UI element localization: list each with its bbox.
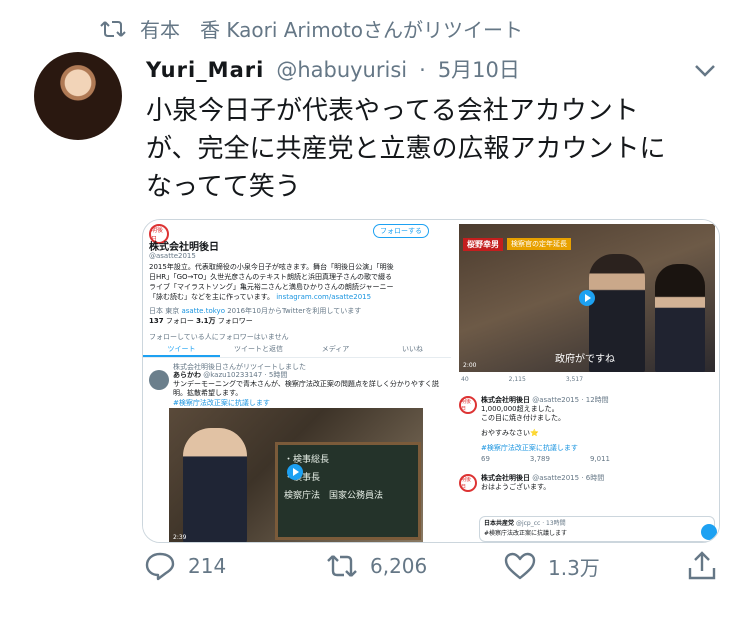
post-stats: 69 3,789 9,011: [481, 455, 719, 464]
tab-media: メディア: [321, 345, 350, 353]
reply-icon: [145, 552, 175, 581]
rt-hashtag: #検察庁法改正案に抗議します: [173, 399, 270, 407]
tweet-date[interactable]: 5月10日: [438, 54, 520, 84]
video-thumbnail-left: ・検事総長 ・検事長 検察庁法 国家公務員法 2:39: [169, 408, 423, 542]
news-banner-name: 桜野幸男: [463, 238, 503, 251]
follow-button: フォローする: [373, 224, 429, 238]
tweet-text: 小泉今日子が代表やってる会社アカウント が、完全に共産党と立憲の広報アカウントに…: [146, 96, 666, 202]
retweet-icon: [100, 20, 126, 37]
company-bio: 2015年設立。代表取締役の小泉今日子が呟きます。舞台「明後日公演」「明後日HR…: [149, 262, 397, 302]
company-handle: @asatte2015: [149, 252, 196, 260]
site-link: asatte.tokyo: [181, 307, 225, 315]
rt-user-handle: @kazu10233147 · 5時間: [203, 371, 288, 379]
stat-likes: 3,517: [565, 376, 584, 383]
chevron-down-icon[interactable]: [694, 64, 716, 78]
video-thumbnail-right: 桜野幸男 検察官の定年延長 政府がですね 2:00: [459, 224, 715, 372]
quote-text: #検察庁法改正案に抗議します: [484, 530, 568, 537]
stat-replies: 40: [461, 376, 469, 383]
share-button[interactable]: [686, 551, 718, 581]
stat-replies: 69: [481, 455, 490, 463]
quoted-post: 日本共産党 @jcp_cc · 13時間 #検察庁法改正案に抗議します: [479, 516, 715, 542]
reply-button[interactable]: 214: [144, 551, 226, 581]
tab-tweets: ツイート: [143, 342, 220, 357]
company-name: 株式会社明後日: [149, 242, 219, 253]
follow-counts: 137 フォロー 3.1万 フォロワー: [149, 316, 253, 326]
tweet-header: Yuri_Mari @habuyurisi · 5月10日: [146, 54, 520, 84]
retweet-icon: [327, 555, 357, 577]
seated-figure: [655, 264, 705, 372]
post-author: 株式会社明後日: [481, 396, 530, 404]
news-banner-topic: 検察官の定年延長: [507, 238, 571, 250]
post-line: おはようございます。: [481, 483, 551, 491]
following-count: 137: [149, 317, 164, 325]
stat-likes: 9,011: [589, 455, 611, 463]
no-common-followers: フォローしている人にフォロワーはいません: [149, 333, 289, 341]
location-text: 日本 東京: [149, 307, 180, 315]
tab-replies: ツイートと返信: [234, 345, 283, 353]
post-handle: @asatte2015 · 6時間: [532, 474, 605, 482]
user-handle[interactable]: @habuyurisi: [276, 58, 407, 82]
play-icon: [287, 464, 303, 480]
rt-user-name: あらかわ: [173, 371, 201, 379]
followers-count: 3.1万: [196, 317, 216, 325]
retweeted-by-text[interactable]: 有本 香 Kaori Arimotoさんがリツイート: [140, 14, 523, 43]
followers-label: フォロワー: [217, 317, 253, 325]
board-line: ・検事長: [284, 473, 321, 483]
profile-tabs: ツイート ツイートと返信 メディア いいね: [143, 342, 451, 358]
retweet-count: 6,206: [370, 554, 428, 578]
bio-link: instagram.com/asatte2015: [276, 293, 372, 301]
like-button[interactable]: 1.3万: [504, 551, 600, 581]
quote-author: 日本共産党: [484, 520, 515, 527]
play-icon: [579, 290, 595, 306]
avatar[interactable]: [34, 52, 122, 140]
rt-text: サンデーモーニングで青木さんが、検察庁法改正案の問題点を詳しく分かりやすく説明。…: [173, 380, 439, 397]
display-name[interactable]: Yuri_Mari: [146, 58, 264, 82]
expand-icon: [701, 524, 717, 540]
profile-meta: 日本 東京 asatte.tokyo 2016年10月からTwitterを利用し…: [149, 306, 361, 316]
post-line: 1,000,000超えました。: [481, 405, 559, 413]
like-count: 1.3万: [548, 555, 600, 580]
post-handle: @asatte2015 · 12時間: [532, 396, 609, 404]
separator-dot: ·: [419, 58, 426, 82]
speaker-figure: [183, 428, 247, 542]
following-label: フォロー: [165, 317, 194, 325]
media-image-left[interactable]: 明後日 フォローする 株式会社明後日 @asatte2015 2015年設立。代…: [143, 220, 451, 542]
video-caption: 政府がですね: [555, 354, 615, 365]
joined-text: 2016年10月からTwitterを利用しています: [227, 307, 362, 315]
media-image-right[interactable]: 桜野幸男 検察官の定年延長 政府がですね 2:00 40 2,115 3,517…: [455, 220, 719, 542]
quote-handle: @jcp_cc · 13時間: [515, 520, 566, 527]
rt-user: あらかわ @kazu10233147 · 5時間: [173, 370, 287, 380]
video-time: 2:39: [173, 534, 187, 541]
stat-retweets: 3,789: [529, 455, 550, 463]
reply-count: 214: [188, 554, 227, 578]
post-line: この目に焼き付けました。: [481, 414, 565, 422]
retweet-button[interactable]: 6,206: [326, 551, 427, 581]
share-icon: [688, 551, 716, 580]
post-hashtag: #検察庁法改正案に抗議します: [481, 444, 578, 452]
tweet-media[interactable]: 明後日 フォローする 株式会社明後日 @asatte2015 2015年設立。代…: [142, 219, 720, 543]
tab-likes: いいね: [402, 345, 423, 353]
rt-avatar: [149, 370, 169, 390]
video-stats: 40 2,115 3,517: [461, 376, 583, 383]
embedded-post: 明後日 株式会社明後日 @asatte2015 · 12時間 1,000,000…: [459, 396, 719, 464]
post-line: おやすみなさい⭐: [481, 429, 539, 437]
retweet-context: 有本 香 Kaori Arimotoさんがリツイート: [100, 14, 523, 43]
video-time: 2:00: [463, 362, 477, 369]
chalkboard: ・検事総長 ・検事長 検察庁法 国家公務員法: [275, 442, 421, 540]
post-author: 株式会社明後日: [481, 474, 530, 482]
board-line: 検察庁法 国家公務員法: [284, 491, 384, 501]
company-logo: 明後日: [459, 474, 477, 492]
company-logo: 明後日: [459, 396, 477, 414]
embedded-post: 明後日 株式会社明後日 @asatte2015 · 6時間 おはようございます。: [459, 474, 719, 492]
board-line: ・検事総長: [284, 455, 330, 465]
heart-icon: [504, 552, 536, 580]
stat-retweets: 2,115: [508, 376, 526, 383]
